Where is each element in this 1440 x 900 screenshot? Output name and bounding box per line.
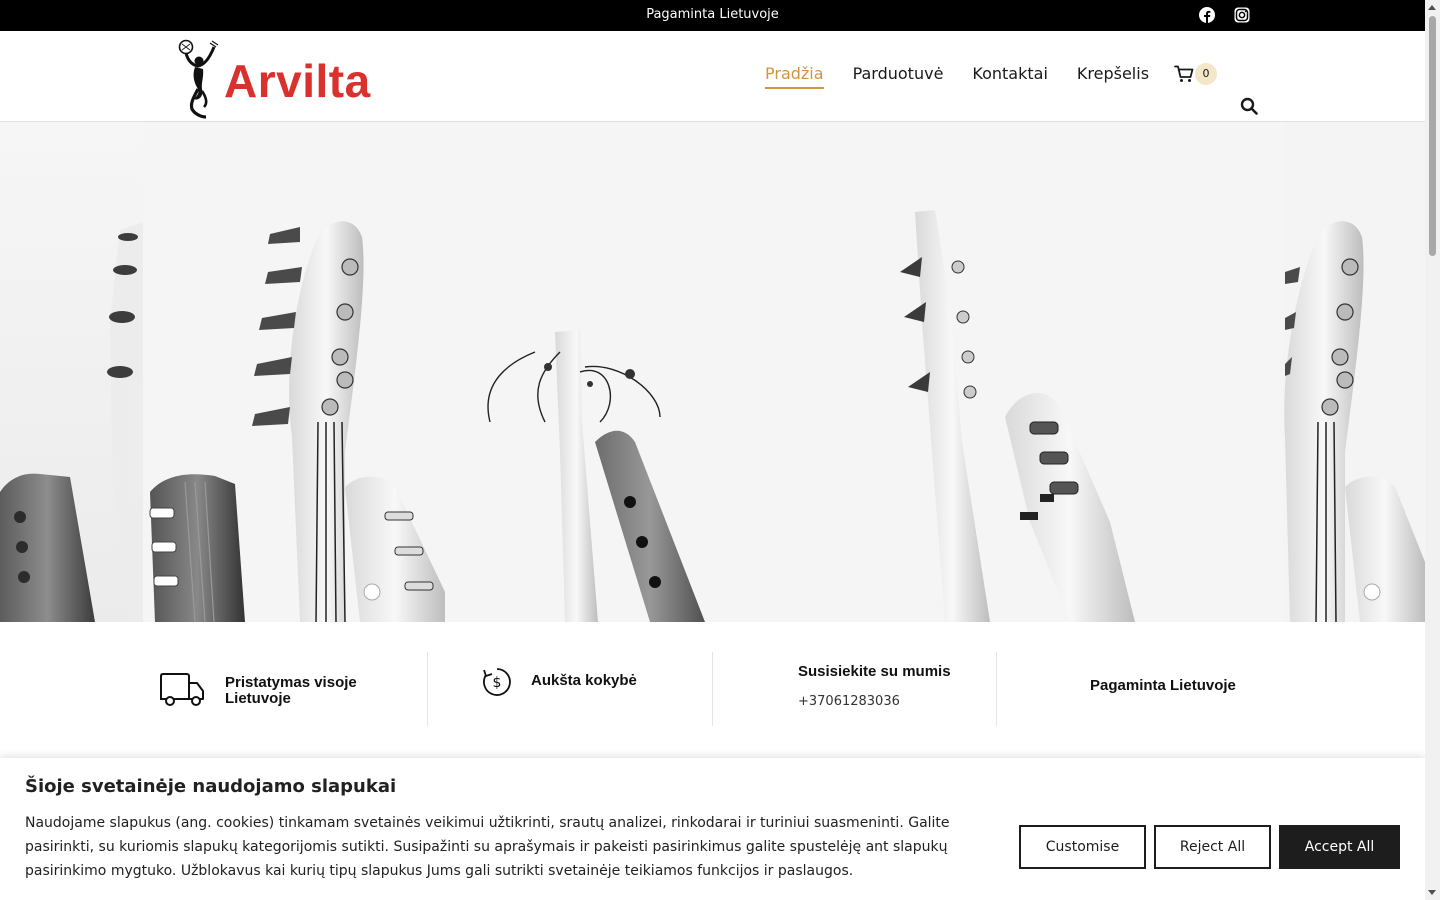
dancer-logo-icon <box>178 39 219 119</box>
cookie-title: Šioje svetainėje naudojamo slapukai <box>25 776 397 797</box>
truck-icon <box>160 673 204 706</box>
hero-banner <box>0 122 1425 622</box>
feature-divider <box>712 652 713 726</box>
top-bar: Pagaminta Lietuvoje <box>0 0 1425 31</box>
site-logo[interactable]: Arvilta <box>172 39 371 119</box>
search-icon[interactable] <box>1240 97 1258 115</box>
facebook-icon[interactable] <box>1199 7 1215 23</box>
cookie-banner: Šioje svetainėje naudojamo slapukai Naud… <box>0 758 1425 900</box>
vertical-scrollbar[interactable] <box>1425 0 1440 900</box>
nav-item-parduotuve[interactable]: Parduotuvė <box>853 64 944 89</box>
cart-count-badge: 0 <box>1195 62 1218 85</box>
logo-text: Arvilta <box>224 55 371 107</box>
feature-delivery-title: Pristatymas visoje Lietuvoje <box>225 674 357 707</box>
nav-item-pradzia[interactable]: Pradžia <box>765 64 824 89</box>
page: Pagaminta Lietuvoje Arvilta Pradžia Pard… <box>0 0 1425 900</box>
instagram-icon[interactable] <box>1234 7 1250 23</box>
shopping-cart-icon <box>1174 65 1194 82</box>
main-nav: Pradžia Parduotuvė Kontaktai Krepšelis 0 <box>765 62 1218 89</box>
scroll-down-arrow-icon[interactable] <box>1428 890 1436 895</box>
cart-button[interactable]: 0 <box>1174 62 1218 85</box>
nav-item-krepselis[interactable]: Krepšelis <box>1077 64 1149 89</box>
reject-all-button[interactable]: Reject All <box>1154 825 1271 869</box>
feature-made-in-title: Pagaminta Lietuvoje <box>1090 677 1236 694</box>
scrollbar-thumb[interactable] <box>1429 16 1436 256</box>
guitar-headstocks-image <box>0 122 1425 622</box>
cookie-description: Naudojame slapukus (ang. cookies) tinkam… <box>25 815 950 879</box>
features-bar: Pristatymas visoje Lietuvoje $ Aukšta ko… <box>0 622 1425 758</box>
customise-button[interactable]: Customise <box>1019 825 1146 869</box>
feature-divider <box>427 652 428 726</box>
accept-all-button[interactable]: Accept All <box>1279 825 1400 869</box>
nav-item-kontaktai[interactable]: Kontaktai <box>972 64 1048 89</box>
feature-contact-title: Susisiekite su mumis <box>798 663 951 680</box>
feature-divider <box>996 652 997 726</box>
site-header: Arvilta Pradžia Parduotuvė Kontaktai Kre… <box>0 31 1425 122</box>
social-links <box>1199 7 1250 23</box>
feature-quality-title: Aukšta kokybė <box>531 672 637 689</box>
contact-phone[interactable]: +37061283036 <box>798 694 900 709</box>
dollar-refresh-icon: $ <box>483 668 511 696</box>
svg-text:$: $ <box>493 675 502 691</box>
scroll-up-arrow-icon[interactable] <box>1428 5 1436 10</box>
